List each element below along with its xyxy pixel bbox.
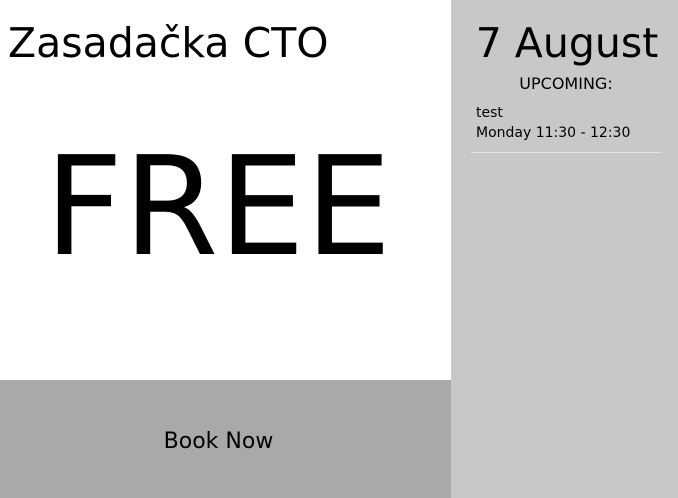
availability-status: FREE: [44, 128, 392, 287]
book-now-label: Book Now: [163, 429, 274, 454]
upcoming-heading: UPCOMING:: [519, 74, 613, 93]
event-time: Monday 11:30 - 12:30: [476, 125, 631, 141]
room-name: Zasadačka CTO: [8, 19, 329, 67]
room-status-panel: Zasadačka CTO FREE Book Now: [0, 0, 451, 498]
upcoming-sidebar: 7 August UPCOMING: test Monday 11:30 - 1…: [451, 0, 678, 498]
event-title: test: [476, 105, 503, 121]
current-date: 7 August: [475, 19, 659, 67]
book-now-button[interactable]: Book Now: [0, 380, 451, 498]
room-display-screen: Zasadačka CTO FREE Book Now 7 August UPC…: [0, 0, 678, 498]
upcoming-event-item[interactable]: test Monday 11:30 - 12:30: [471, 102, 661, 153]
